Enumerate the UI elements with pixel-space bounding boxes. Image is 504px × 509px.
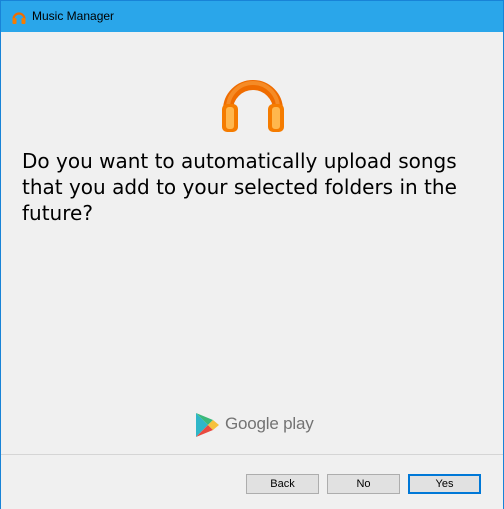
button-bar: Back No Yes [1,454,503,509]
google-play-text: Google play [225,414,314,433]
dialog-content: Do you want to automatically upload song… [1,32,503,454]
upload-question-text: Do you want to automatically upload song… [22,149,457,225]
google-play-triangle-icon [194,412,220,438]
headphones-icon [11,9,27,25]
orange-headphones-icon [219,66,287,136]
window-title: Music Manager [32,9,115,23]
yes-button[interactable]: Yes [408,474,481,494]
no-button[interactable]: No [327,474,400,494]
title-bar[interactable]: Music Manager [1,1,503,32]
google-play-logo: Google play [194,410,314,440]
music-manager-window: Music Manager Do you want to automatical… [0,0,504,509]
back-button[interactable]: Back [246,474,319,494]
